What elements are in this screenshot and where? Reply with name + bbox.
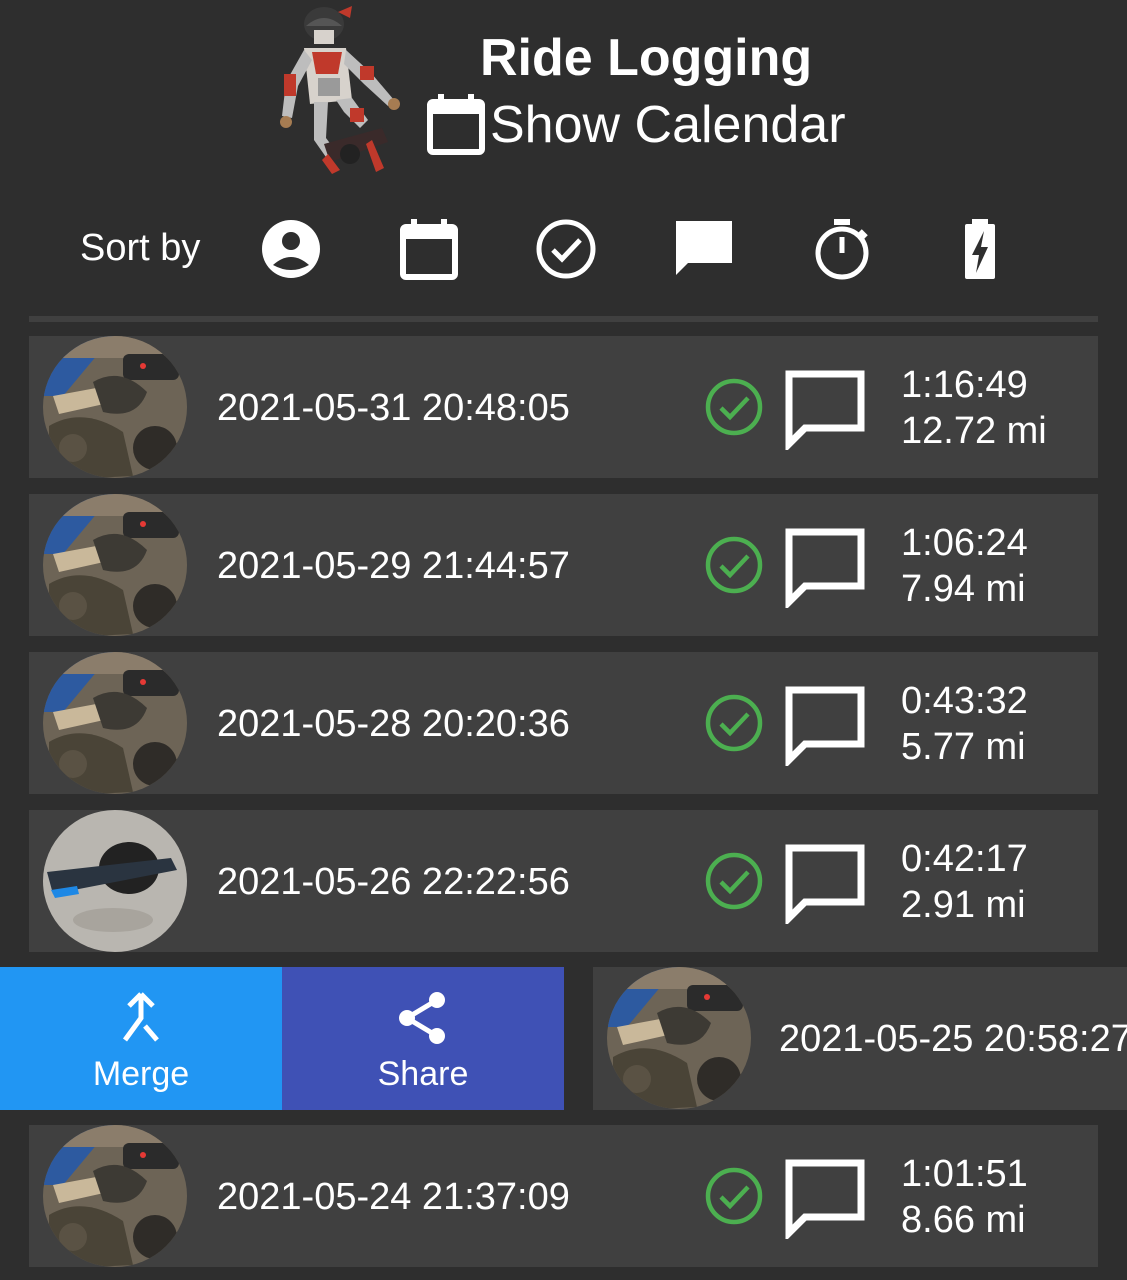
app-title: Ride Logging — [480, 29, 813, 87]
sort-by-date-button[interactable] — [394, 214, 464, 284]
sort-by-battery-button[interactable] — [945, 214, 1015, 284]
ride-distance: 8.66 mi — [901, 1199, 1026, 1241]
ride-thumbnail — [43, 810, 187, 952]
sort-by-duration-button[interactable] — [807, 214, 877, 284]
board-photo — [43, 494, 187, 636]
ride-thumbnail — [43, 1125, 187, 1267]
ride-row[interactable]: 2021-05-28 20:20:36 0:43:32 5.77 mi — [29, 652, 1098, 794]
onewheel-photo — [43, 810, 187, 952]
ride-date: 2021-05-25 20:58:27 — [779, 1018, 1127, 1060]
check-circle-icon — [705, 1167, 763, 1225]
comment-icon[interactable] — [783, 366, 867, 450]
ride-row[interactable]: 2021-05-24 21:37:09 1:01:51 8.66 mi — [29, 1125, 1098, 1267]
comment-icon — [676, 221, 732, 275]
ride-stats: 1:16:49 12.72 mi — [901, 362, 1047, 454]
ride-row[interactable]: 2021-05-29 21:44:57 1:06:24 7.94 mi — [29, 494, 1098, 636]
account-circle-icon — [262, 220, 320, 278]
battery-charging-icon — [965, 219, 995, 279]
sort-by-rider-button[interactable] — [256, 214, 326, 284]
check-circle-icon — [705, 694, 763, 752]
header: Ride Logging Show Calendar — [0, 0, 1127, 190]
merge-label: Merge — [92, 1054, 190, 1093]
sort-by-status-button[interactable] — [531, 214, 601, 284]
ride-date: 2021-05-31 20:48:05 — [217, 387, 570, 429]
ride-duration: 1:16:49 — [901, 364, 1028, 406]
ride-stats: 0:42:17 2.91 mi — [901, 836, 1028, 928]
check-circle-icon — [705, 852, 763, 910]
ride-date: 2021-05-26 22:22:56 — [217, 861, 570, 903]
ride-thumbnail — [607, 967, 751, 1109]
merge-icon — [122, 991, 159, 1042]
comment-icon[interactable] — [783, 840, 867, 924]
ride-distance: 7.94 mi — [901, 568, 1026, 610]
ride-stats: 1:01:51 8.66 mi — [901, 1151, 1028, 1243]
board-photo — [43, 336, 187, 478]
merge-button[interactable]: Merge — [0, 967, 282, 1110]
calendar-icon — [400, 219, 458, 280]
check-circle-icon — [705, 378, 763, 436]
ride-duration: 1:06:24 — [901, 522, 1028, 564]
ride-date: 2021-05-29 21:44:57 — [217, 545, 570, 587]
check-circle-icon — [705, 536, 763, 594]
board-photo — [43, 652, 187, 794]
swiped-ride-row[interactable]: 2021-05-25 20:58:27 — [593, 967, 1127, 1110]
board-photo — [607, 967, 751, 1109]
ride-row[interactable]: 2021-05-31 20:48:05 1:16:49 12.72 mi — [29, 336, 1098, 478]
ride-distance: 2.91 mi — [901, 884, 1026, 926]
app-root: Ride Logging Show Calendar Sort by 2021-… — [0, 0, 1127, 1280]
swipe-actions: Merge Share — [0, 967, 564, 1110]
sort-by-comment-button[interactable] — [669, 214, 739, 284]
check-circle-icon — [536, 219, 596, 279]
ride-distance: 5.77 mi — [901, 726, 1026, 768]
ride-thumbnail — [43, 494, 187, 636]
show-calendar-button[interactable]: Show Calendar — [424, 92, 846, 158]
comment-icon[interactable] — [783, 524, 867, 608]
board-photo — [43, 1125, 187, 1267]
rider-mascot-logo — [268, 4, 408, 176]
ride-thumbnail — [43, 652, 187, 794]
ride-stats: 1:06:24 7.94 mi — [901, 520, 1028, 612]
ride-stats: 0:43:32 5.77 mi — [901, 678, 1028, 770]
ride-duration: 1:01:51 — [901, 1153, 1028, 1195]
calendar-icon — [427, 94, 485, 155]
comment-icon[interactable] — [783, 1155, 867, 1239]
ride-duration: 0:43:32 — [901, 680, 1028, 722]
show-calendar-label: Show Calendar — [490, 96, 846, 154]
stopwatch-icon — [815, 219, 869, 280]
share-button[interactable]: Share — [282, 967, 564, 1110]
sort-by-label: Sort by — [80, 227, 201, 269]
share-label: Share — [377, 1054, 469, 1093]
ride-distance: 12.72 mi — [901, 410, 1047, 452]
ride-date: 2021-05-24 21:37:09 — [217, 1176, 570, 1218]
sort-bar: Sort by — [0, 210, 1127, 286]
list-row-edge — [29, 316, 1098, 322]
ride-date: 2021-05-28 20:20:36 — [217, 703, 570, 745]
comment-icon[interactable] — [783, 682, 867, 766]
ride-thumbnail — [43, 336, 187, 478]
share-icon — [399, 991, 445, 1044]
ride-duration: 0:42:17 — [901, 838, 1028, 880]
ride-row[interactable]: 2021-05-26 22:22:56 0:42:17 2.91 mi — [29, 810, 1098, 952]
